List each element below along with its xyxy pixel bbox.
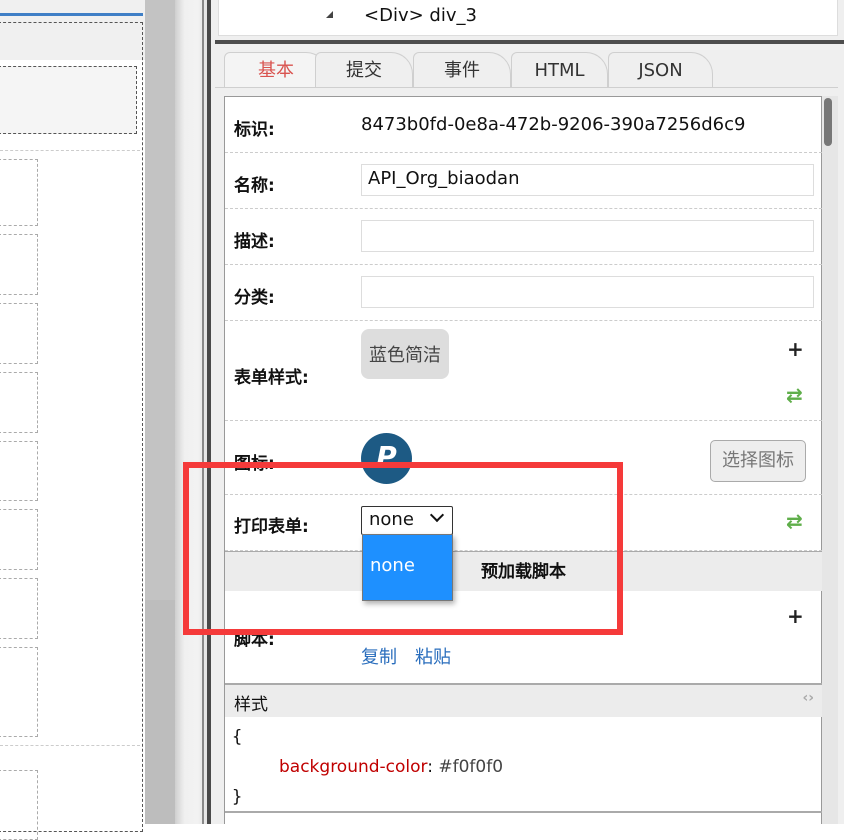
divider <box>0 745 140 746</box>
tab-baseline <box>215 87 838 88</box>
row-script: 脚本: + 复制 粘贴 <box>225 591 822 685</box>
divider <box>0 150 140 151</box>
form-header-block[interactable] <box>0 66 137 134</box>
css-value: #f0f0f0 <box>438 757 504 777</box>
refresh-icon[interactable]: ⇄ <box>786 509 803 533</box>
splitter-line <box>202 0 204 824</box>
panel-divider[interactable] <box>215 40 844 44</box>
tab-submit[interactable]: 提交 <box>315 52 413 88</box>
print-form-dropdown: none <box>362 534 453 601</box>
preload-script-title: 预加载脚本 <box>481 562 566 582</box>
canvas-scrollbar[interactable] <box>145 0 175 824</box>
code-toggle-icon[interactable]: ‹› <box>802 690 814 706</box>
name-label: 名称: <box>234 176 275 196</box>
form-cell[interactable] <box>0 509 38 570</box>
form-cell[interactable] <box>0 159 38 226</box>
description-input[interactable] <box>361 220 814 252</box>
id-value: 8473b0fd-0e8a-472b-9206-390a7256d6c9 <box>361 114 746 135</box>
properties-panel: <Div> div_3 基本 提交 事件 HTML JSON 标识: 8473b… <box>211 0 844 824</box>
style-title: 样式 <box>234 695 268 715</box>
refresh-icon[interactable]: ⇄ <box>786 383 803 407</box>
name-input[interactable]: API_Org_biaodan <box>361 164 814 196</box>
script-label: 脚本: <box>234 630 275 650</box>
element-tree: <Div> div_3 <box>218 0 838 36</box>
row-name: 名称: API_Org_biaodan <box>225 153 822 209</box>
row-print-form: 打印表单: none ⇄ <box>225 495 822 551</box>
row-category: 分类: <box>225 265 822 321</box>
canvas-accent-line <box>0 13 143 16</box>
css-colon: : <box>427 757 433 777</box>
form-cell[interactable] <box>0 770 38 840</box>
category-label: 分类: <box>234 288 275 308</box>
scrollbar-thumb[interactable] <box>824 98 832 146</box>
form-style-label: 表单样式: <box>234 368 309 388</box>
form-cell[interactable] <box>0 234 38 295</box>
row-description: 描述: <box>225 209 822 265</box>
print-form-select[interactable]: none <box>361 506 453 535</box>
category-input[interactable] <box>361 276 814 308</box>
scrollbar-track[interactable] <box>145 600 175 824</box>
tab-events[interactable]: 事件 <box>413 52 511 88</box>
print-form-selected: none <box>369 509 414 530</box>
paste-link[interactable]: 粘贴 <box>415 643 451 669</box>
id-label: 标识: <box>234 120 275 140</box>
panel-scrollbar[interactable] <box>822 96 838 824</box>
basic-properties: 标识: 8473b0fd-0e8a-472b-9206-390a7256d6c9… <box>224 96 822 824</box>
copy-link[interactable]: 复制 <box>361 643 397 669</box>
plus-icon[interactable]: + <box>787 604 804 628</box>
row-icon: 图标: P 选择图标 <box>225 421 822 495</box>
form-style-value[interactable]: 蓝色简洁 <box>361 329 449 379</box>
css-property: background-color <box>279 757 428 777</box>
form-cell[interactable] <box>0 578 38 639</box>
expand-triangle-icon[interactable] <box>326 11 333 18</box>
paypal-icon: P <box>361 433 412 484</box>
icon-label: 图标: <box>234 454 275 474</box>
style-editor[interactable]: { background-color: #f0f0f0 } <box>225 717 822 813</box>
row-form-style: 表单样式: 蓝色简洁 + ⇄ <box>225 321 822 421</box>
preload-script-header: 预加载脚本 <box>225 551 822 591</box>
form-cell[interactable] <box>0 303 38 364</box>
description-label: 描述: <box>234 232 275 252</box>
tree-node[interactable]: <Div> div_3 <box>364 5 477 26</box>
row-id: 标识: 8473b0fd-0e8a-472b-9206-390a7256d6c9 <box>225 97 822 153</box>
dropdown-option-none[interactable]: none <box>370 555 445 576</box>
tab-json[interactable]: JSON <box>608 52 713 88</box>
style-header: 样式 ‹› <box>225 685 822 717</box>
form-cell[interactable] <box>0 372 38 433</box>
code-brace: { <box>232 727 243 747</box>
tab-html[interactable]: HTML <box>511 52 608 88</box>
choose-icon-button[interactable]: 选择图标 <box>710 440 806 482</box>
form-cell[interactable] <box>0 441 38 501</box>
code-brace: } <box>232 787 243 807</box>
splitter[interactable] <box>175 0 211 824</box>
design-canvas <box>0 0 145 840</box>
chevron-down-icon <box>429 507 445 523</box>
plus-icon[interactable]: + <box>787 337 804 361</box>
print-form-label: 打印表单: <box>234 517 309 537</box>
form-cell[interactable] <box>0 647 38 737</box>
tab-basic[interactable]: 基本 <box>224 52 328 88</box>
